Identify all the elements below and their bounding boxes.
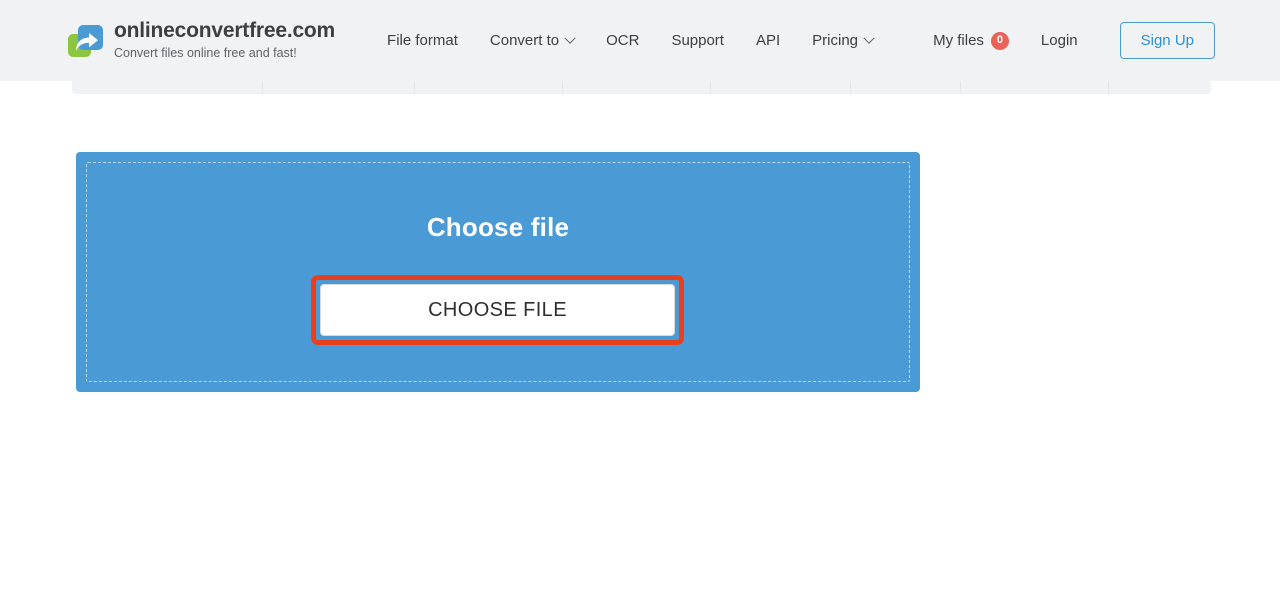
nav-item-label: Support (671, 32, 724, 49)
nav-item-support[interactable]: Support (671, 32, 724, 49)
brand-name: onlineconvertfree.com (114, 18, 336, 42)
choose-file-button[interactable]: CHOOSE FILE (320, 284, 675, 336)
nav-item-label: Pricing (812, 32, 859, 49)
site-header: onlineconvertfree.com Convert files onli… (0, 0, 1280, 81)
file-dropzone[interactable]: Choose file CHOOSE FILE (76, 152, 920, 392)
nav-item-label: File format (387, 32, 458, 49)
main-navigation: File format Convert to OCR Support API Pricin… (387, 32, 875, 49)
nav-item-pricing[interactable]: Pricing (812, 32, 875, 49)
nav-item-label: Convert to (489, 32, 560, 49)
my-files-count-badge: 0 (990, 31, 1009, 50)
login-link[interactable]: Login (1041, 32, 1078, 49)
header-account-area: My files 0 Login Sign Up (933, 0, 1280, 81)
brand-text-block: onlineconvertfree.com Convert files onli… (114, 19, 335, 63)
chevron-down-icon (564, 32, 576, 44)
brand-logo[interactable]: onlineconvertfree.com Convert files onli… (68, 19, 335, 63)
nav-item-label: OCR (606, 32, 640, 49)
dropzone-title: Choose file (426, 212, 570, 242)
dropzone-dashed-border (86, 162, 910, 382)
brand-tagline: Convert files online free and fast! (114, 45, 297, 60)
convert-arrow-logo-icon (68, 24, 104, 58)
nav-item-file-format[interactable]: File format (387, 32, 458, 49)
chevron-down-icon (863, 32, 875, 44)
my-files-label: My files (933, 32, 984, 49)
nav-item-convert-to[interactable]: Convert to (489, 32, 576, 49)
nav-item-label: API (755, 32, 781, 49)
my-files-link[interactable]: My files 0 (933, 31, 1009, 50)
nav-item-ocr[interactable]: OCR (606, 32, 639, 49)
logo-arrow-icon (76, 32, 98, 51)
page-root: onlineconvertfree.com Convert files onli… (0, 0, 1280, 604)
choose-file-highlight-box: CHOOSE FILE (311, 275, 684, 345)
sign-up-button[interactable]: Sign Up (1119, 22, 1215, 59)
nav-item-api[interactable]: API (756, 32, 780, 49)
